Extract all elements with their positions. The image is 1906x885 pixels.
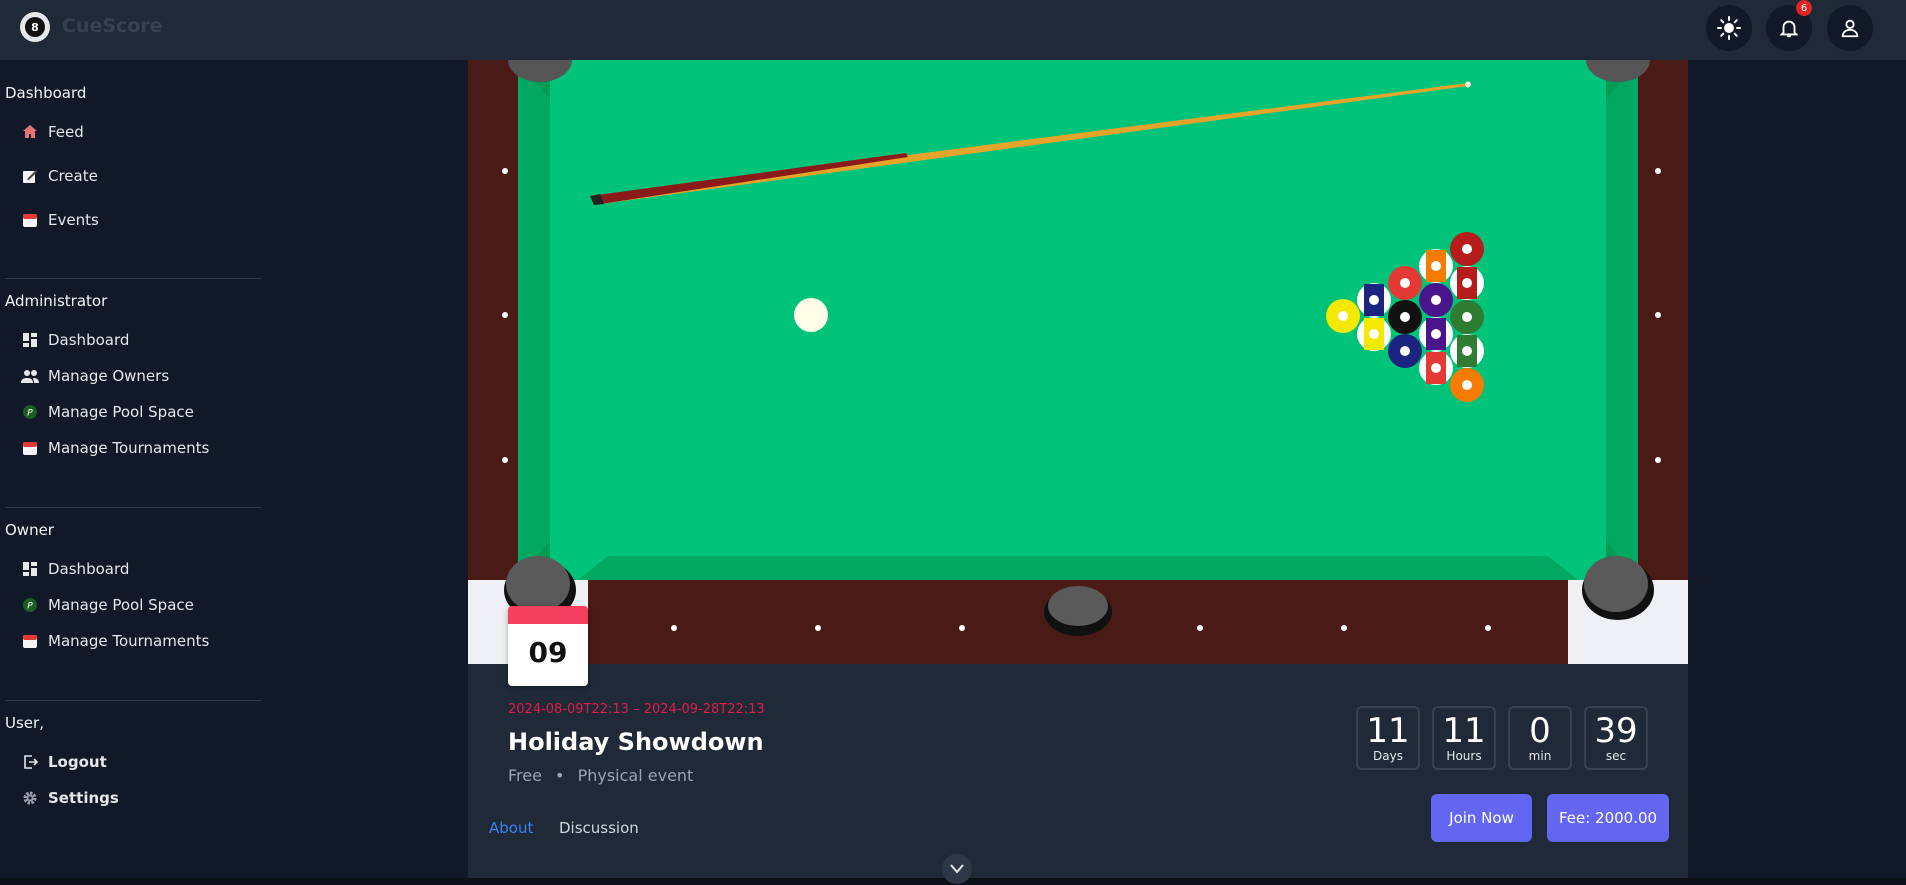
sidebar-item-owner-dashboard[interactable]: Dashboard [18,553,258,585]
sidebar-item-label: Events [48,211,99,229]
gear-icon [18,786,42,810]
sidebar-item-settings[interactable]: Settings [18,782,258,814]
chevron-down-icon [950,864,964,874]
notifications-button[interactable]: 6 [1766,0,1812,51]
logo-icon[interactable]: 8 [20,12,50,42]
sidebar-item-label: Manage Tournaments [48,632,210,650]
section-title-dashboard: Dashboard [5,84,87,102]
event-meta: Free • Physical event [508,766,693,785]
calendar-icon [18,436,42,460]
countdown-seconds: 39 sec [1584,706,1648,770]
countdown-label: min [1528,749,1552,763]
logout-icon [18,750,42,774]
countdown-value: 0 [1529,711,1551,751]
home-icon [18,120,42,144]
section-title-owner: Owner [5,521,54,539]
sidebar-item-owner-pool-space[interactable]: P Manage Pool Space [18,589,258,621]
sidebar-item-label: Create [48,167,98,185]
sidebar-item-label: Feed [48,123,84,141]
dashboard-icon [18,557,42,581]
event-day: 09 [528,636,568,669]
sidebar-item-label: Dashboard [48,560,130,578]
svg-text:P: P [27,409,33,419]
fee-button[interactable]: Fee: 2000.00 [1547,794,1669,842]
user-icon [1841,19,1859,38]
sidebar-item-logout[interactable]: Logout [18,746,258,778]
sidebar-item-events[interactable]: Events [18,204,258,236]
event-price: Free [508,766,542,785]
pool-space-icon: P [18,400,42,424]
event-date-range: 2024-08-09T22:13 – 2024-09-28T22:13 [508,702,765,717]
logo-glyph: 8 [25,17,45,37]
date-card-header [508,606,588,624]
sidebar-item-manage-pool-space[interactable]: P Manage Pool Space [18,396,258,428]
countdown-value: 11 [1366,711,1410,751]
sidebar-item-manage-tournaments[interactable]: Manage Tournaments [18,432,258,464]
sidebar-item-label: Manage Pool Space [48,596,194,614]
divider [5,700,261,701]
tab-discussion[interactable]: Discussion [559,819,639,837]
sidebar-item-create[interactable]: Create [18,160,258,192]
countdown-minutes: 0 min [1508,706,1572,770]
tab-about[interactable]: About [489,819,533,837]
sun-icon [1717,16,1741,40]
bell-icon [1779,20,1799,38]
sidebar-item-feed[interactable]: Feed [18,116,258,148]
divider [5,278,261,279]
theme-toggle-button[interactable] [1706,5,1752,51]
sidebar-item-label: Manage Tournaments [48,439,210,457]
dashboard-icon [18,328,42,352]
event-date-card: 09 [508,606,588,686]
countdown-label: sec [1605,749,1627,763]
top-bar: 8 CueScore 6 [0,0,1906,60]
event-banner [468,60,1688,664]
notification-count-badge: 6 [1796,0,1812,16]
event-details-panel: 2024-08-09T22:13 – 2024-09-28T22:13 Holi… [468,664,1688,885]
profile-button[interactable] [1827,5,1873,51]
countdown-label: Days [1373,749,1403,763]
sidebar: Dashboard Feed Create Events Administrat… [0,60,262,885]
sidebar-item-owner-tournaments[interactable]: Manage Tournaments [18,625,258,657]
countdown-days: 11 Days [1356,706,1420,770]
countdown-hours: 11 Hours [1432,706,1496,770]
calendar-icon [18,629,42,653]
countdown-timer: 11 Days 11 Hours 0 min 39 sec [1356,706,1660,770]
countdown-value: 39 [1594,711,1638,751]
countdown-value: 11 [1442,711,1486,751]
brand-name: CueScore [62,15,163,37]
sidebar-item-label: Manage Pool Space [48,403,194,421]
pool-space-icon: P [18,593,42,617]
section-title-user: User, [5,714,44,732]
people-icon [18,364,42,388]
calendar-icon [18,208,42,232]
sidebar-item-label: Settings [48,789,119,807]
edit-icon [18,164,42,188]
sidebar-item-label: Manage Owners [48,367,170,385]
sidebar-item-label: Dashboard [48,331,130,349]
section-title-administrator: Administrator [5,292,108,310]
svg-text:P: P [27,602,33,612]
scroll-down-button[interactable] [942,854,972,884]
pool-table-illustration [468,60,1688,664]
meta-separator: • [555,766,565,785]
join-now-button[interactable]: Join Now [1431,794,1532,842]
event-title: Holiday Showdown [508,728,764,756]
sidebar-item-manage-owners[interactable]: Manage Owners [18,360,258,392]
main-content: 2024-08-09T22:13 – 2024-09-28T22:13 Holi… [468,60,1688,885]
countdown-label: Hours [1446,749,1482,763]
sidebar-item-admin-dashboard[interactable]: Dashboard [18,324,258,356]
divider [5,507,261,508]
sidebar-item-label: Logout [48,753,107,771]
event-type: Physical event [577,766,694,785]
